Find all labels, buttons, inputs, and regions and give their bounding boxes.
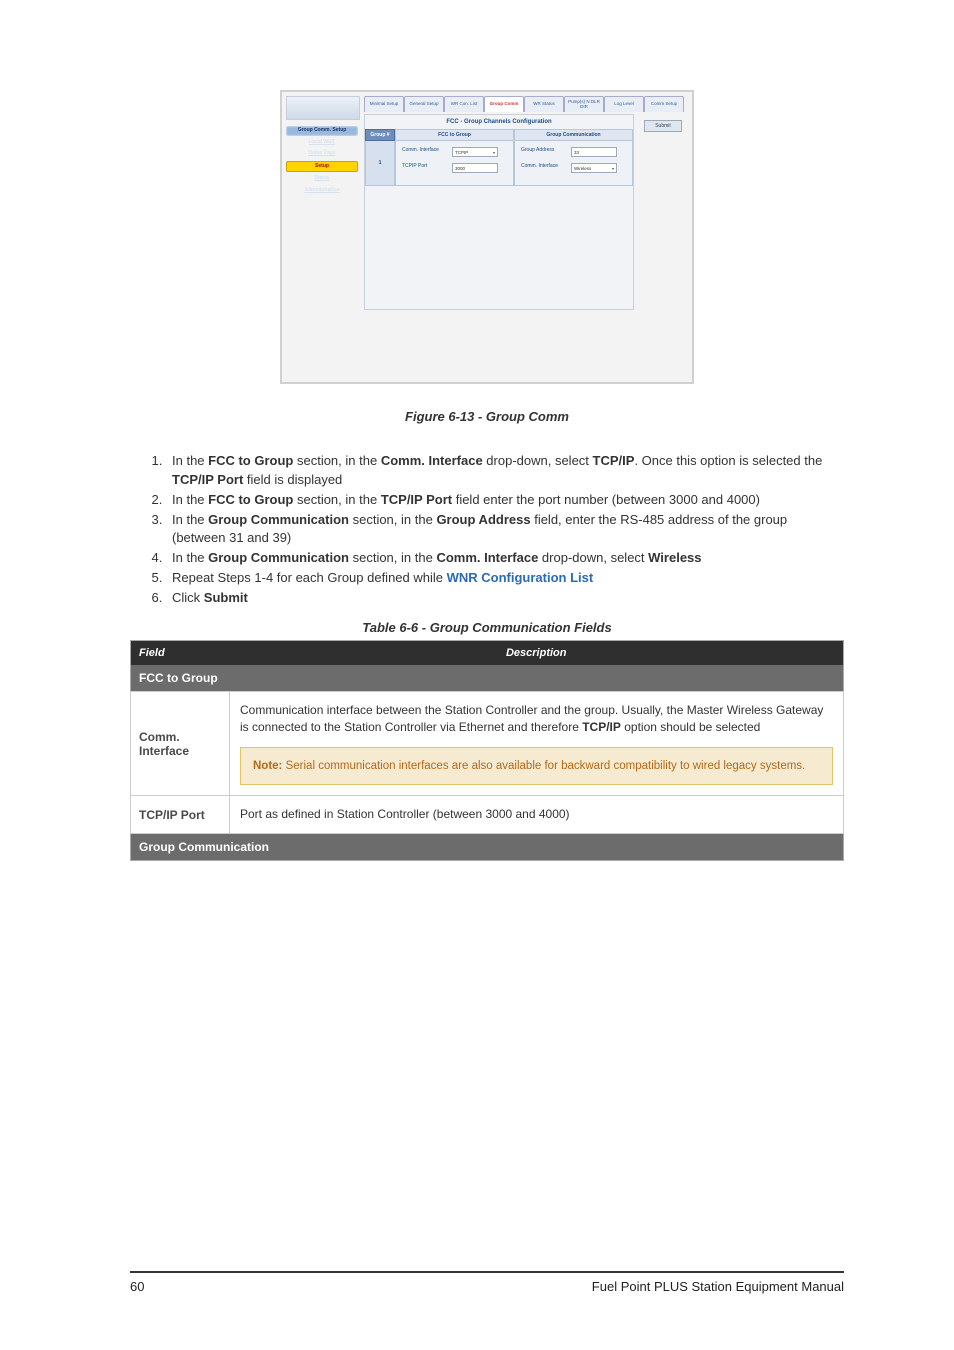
app-logo (286, 96, 360, 120)
step-2: In the FCC to Group section, in the TCP/… (166, 491, 844, 510)
group-address-label: Group Address (521, 147, 567, 157)
nav-group-comm-setup[interactable]: Group Comm. Setup (286, 126, 358, 136)
nav-admin[interactable]: Administration (286, 186, 358, 196)
comm-interface-label-right: Comm. Interface (521, 163, 567, 173)
page-number: 60 (130, 1279, 144, 1294)
desc-comm-interface: Communication interface between the Stat… (230, 691, 844, 796)
tab-pump-s-n-dlr-dir[interactable]: Pump(s) N DLR DIR (564, 96, 604, 112)
group-communication-fields-table: Field Description FCC to Group Comm. Int… (130, 640, 844, 861)
group-number: 1 (365, 141, 395, 186)
table-caption: Table 6-6 - Group Communication Fields (130, 620, 844, 635)
comm-interface-select-left[interactable]: TCPIP (452, 147, 498, 157)
tab-group-comm[interactable]: Group Comm (484, 96, 524, 112)
group-col-header: Group # (365, 129, 395, 141)
desc-tcpip-port: Port as defined in Station Controller (b… (230, 796, 844, 834)
panel-title: FCC - Group Channels Configuration (365, 119, 633, 125)
document-title: Fuel Point PLUS Station Equipment Manual (592, 1279, 844, 1294)
tab-general-setup[interactable]: General Setup (404, 96, 444, 112)
nav-setup[interactable]: Setup (286, 161, 358, 173)
step-5: Repeat Steps 1-4 for each Group defined … (166, 569, 844, 588)
group-comm-screenshot: Group Comm. Setup Local WGT Home Page Se… (280, 90, 694, 384)
step-4: In the Group Communication section, in t… (166, 549, 844, 568)
step-6: Click Submit (166, 589, 844, 608)
figure-caption: Figure 6-13 - Group Comm (130, 409, 844, 424)
tab-wr-con-list[interactable]: WR Con. List (444, 96, 484, 112)
group-address-input[interactable]: 33 (571, 147, 617, 157)
tab-comm-setup[interactable]: Comm Setup (644, 96, 684, 112)
field-comm-interface: Comm. Interface (131, 691, 230, 796)
step-1: In the FCC to Group section, in the Comm… (166, 452, 844, 490)
col-field: Field (131, 640, 230, 665)
tcpip-port-input[interactable]: 3000 (452, 163, 498, 173)
comm-interface-label-left: Comm. Interface (402, 147, 448, 157)
wnr-config-list-link[interactable]: WNR Configuration List (447, 570, 594, 585)
nav-status[interactable]: Status (286, 174, 358, 184)
step-3: In the Group Communication section, in t… (166, 511, 844, 549)
nav-home-page[interactable]: Home Page (286, 149, 358, 159)
tcpip-port-label: TCPIP Port (402, 163, 448, 173)
field-tcpip-port: TCP/IP Port (131, 796, 230, 834)
comm-interface-select-right[interactable]: Wireless (571, 163, 617, 173)
col-description: Description (230, 640, 844, 665)
fcc-to-group-header: FCC to Group (395, 129, 514, 141)
submit-button[interactable]: Submit (644, 120, 682, 132)
section-fcc-to-group: FCC to Group (131, 665, 844, 692)
note-box: Note: Serial communication interfaces ar… (240, 747, 833, 785)
nav-local-wgt[interactable]: Local WGT (286, 138, 358, 148)
tab-log-level[interactable]: Log Level (604, 96, 644, 112)
instruction-steps: In the FCC to Group section, in the Comm… (130, 452, 844, 608)
section-group-communication: Group Communication (131, 834, 844, 861)
group-communication-header: Group Communication (514, 129, 633, 141)
tab-minimal-setup[interactable]: Minimal Setup (364, 96, 404, 112)
tab-wr-status[interactable]: WR Status (524, 96, 564, 112)
